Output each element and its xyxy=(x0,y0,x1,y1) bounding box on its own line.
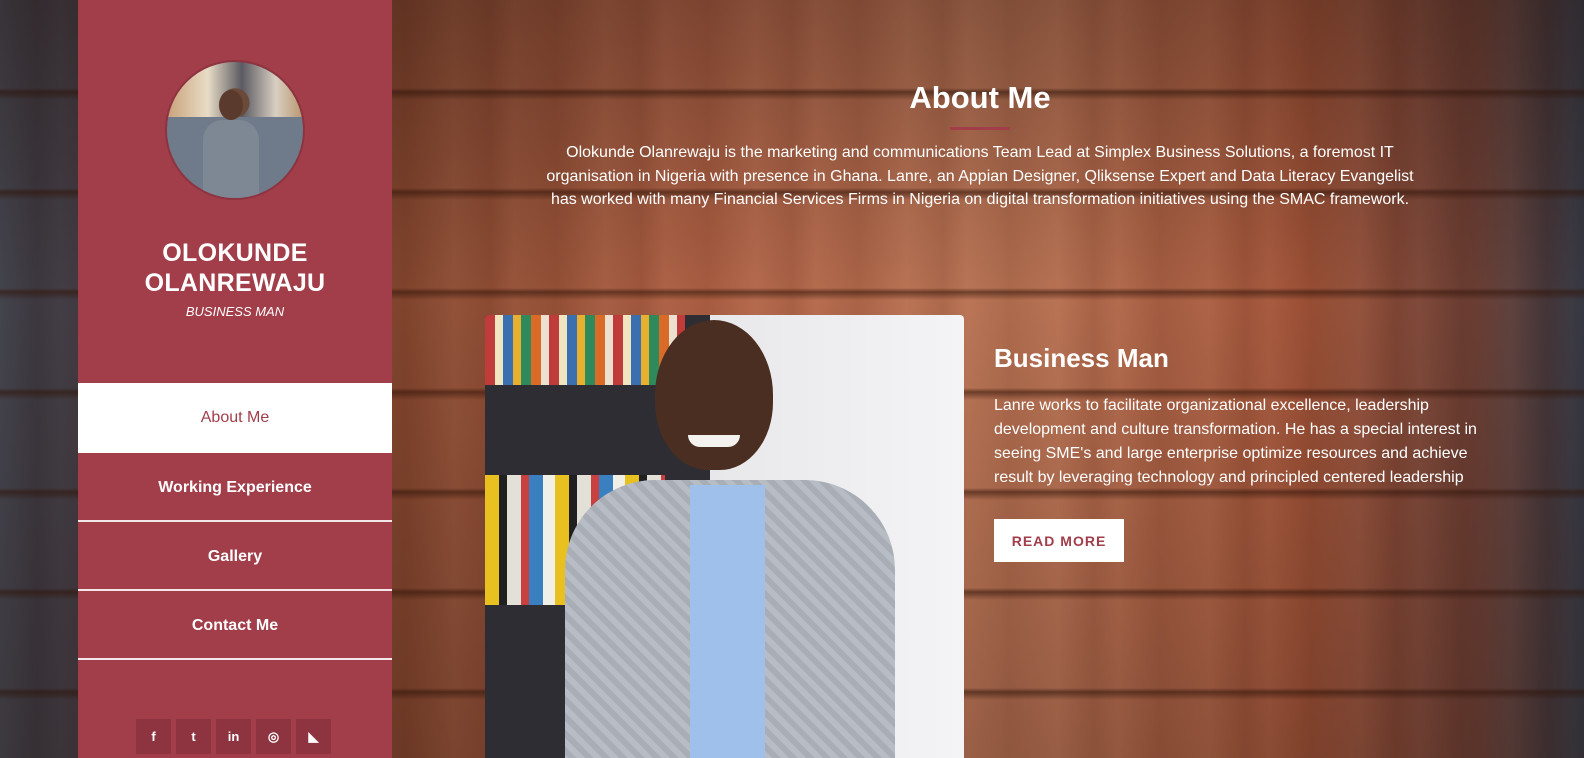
nav-item-about-me[interactable]: About Me xyxy=(78,383,392,453)
bookshelf-top xyxy=(485,315,685,385)
avatar-person-head xyxy=(219,90,243,120)
facebook-icon[interactable]: f xyxy=(136,719,171,754)
profile-role: BUSINESS MAN xyxy=(185,304,285,319)
nav-item-gallery[interactable]: Gallery xyxy=(78,522,392,591)
nav-item-working-experience[interactable]: Working Experience xyxy=(78,453,392,522)
twitter-icon[interactable]: t xyxy=(176,719,211,754)
photo-person-shirt xyxy=(690,485,765,758)
social-links: f t in ◎ ◣ xyxy=(136,719,336,754)
feature-text: Lanre works to facilitate organizational… xyxy=(994,397,1477,486)
linkedin-icon[interactable]: in xyxy=(216,719,251,754)
profile-name: OLOKUNDE OLANREWAJU xyxy=(144,239,326,297)
photo-person-smile xyxy=(688,435,740,447)
sidebar: OLOKUNDE OLANREWAJU BUSINESS MAN About M… xyxy=(78,0,392,758)
profile-photo xyxy=(485,315,964,758)
avatar-person-body xyxy=(203,120,259,198)
avatar xyxy=(165,60,305,200)
page-title: About Me xyxy=(909,80,1051,115)
title-underline xyxy=(950,127,1010,130)
dribbble-icon[interactable]: ◎ xyxy=(256,719,291,754)
read-more-button[interactable]: READ MORE xyxy=(994,519,1124,562)
photo-person-head xyxy=(655,320,773,470)
intro-text: Olokunde Olanrewaju is the marketing and… xyxy=(546,144,1414,208)
rss-icon[interactable]: ◣ xyxy=(296,719,331,754)
feature-title: Business Man xyxy=(994,343,1169,373)
nav-item-contact-me[interactable]: Contact Me xyxy=(78,591,392,660)
sidebar-nav: About Me Working Experience Gallery Cont… xyxy=(78,383,392,660)
